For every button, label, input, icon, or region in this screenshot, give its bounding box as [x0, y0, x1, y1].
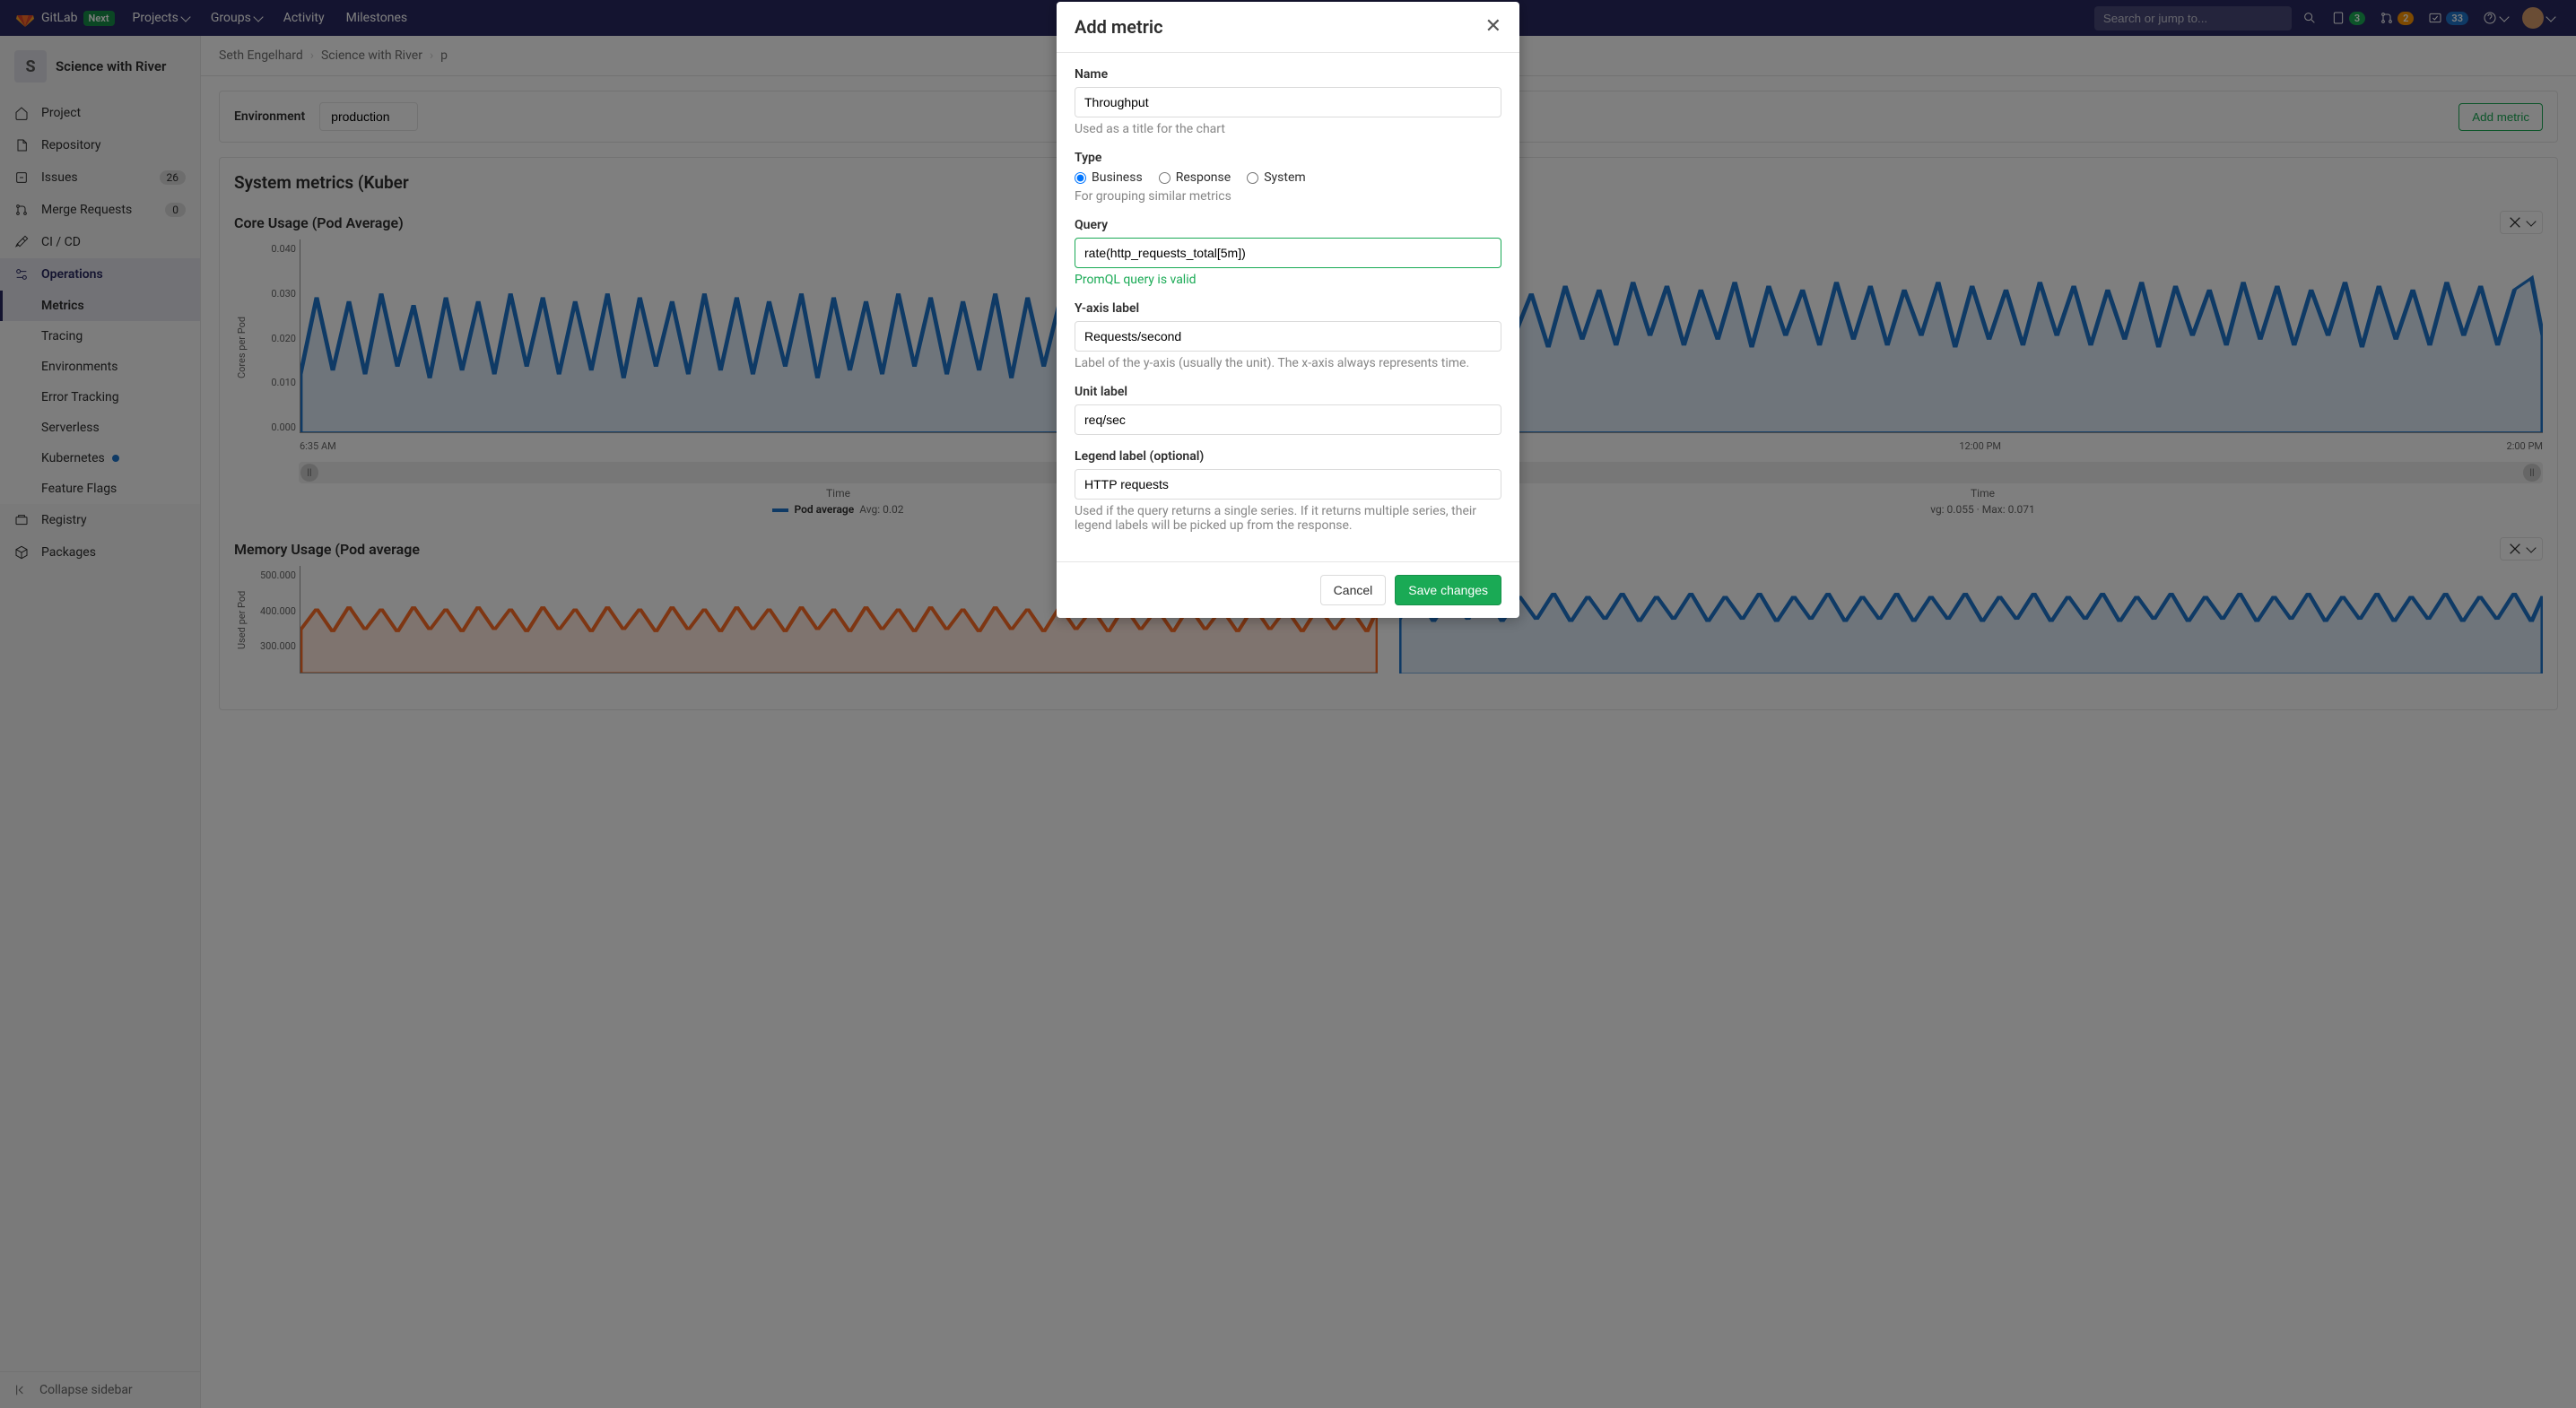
modal-footer: Cancel Save changes — [1057, 561, 1519, 618]
radio-label: System — [1264, 170, 1305, 185]
type-label: Type — [1075, 151, 1501, 165]
radio-label: Response — [1176, 170, 1231, 185]
type-radio-system[interactable]: System — [1247, 170, 1305, 185]
query-input[interactable] — [1075, 238, 1501, 268]
type-help: For grouping similar metrics — [1075, 189, 1501, 204]
name-label: Name — [1075, 67, 1501, 82]
legend-input[interactable] — [1075, 469, 1501, 500]
cancel-button[interactable]: Cancel — [1320, 575, 1387, 605]
close-icon[interactable]: ✕ — [1485, 17, 1501, 37]
radio-input[interactable] — [1247, 172, 1258, 184]
modal-title: Add metric — [1075, 16, 1163, 38]
type-radio-group: Business Response System — [1075, 170, 1501, 185]
ylabel-help: Label of the y-axis (usually the unit). … — [1075, 356, 1501, 370]
add-metric-modal: Add metric ✕ Name Used as a title for th… — [1057, 2, 1519, 618]
ylabel-label: Y-axis label — [1075, 301, 1501, 316]
name-input[interactable] — [1075, 87, 1501, 117]
radio-input[interactable] — [1159, 172, 1171, 184]
legend-label: Legend label (optional) — [1075, 449, 1501, 464]
type-radio-response[interactable]: Response — [1159, 170, 1231, 185]
modal-backdrop[interactable]: Add metric ✕ Name Used as a title for th… — [0, 0, 2576, 1408]
save-button[interactable]: Save changes — [1395, 575, 1501, 605]
name-help: Used as a title for the chart — [1075, 122, 1501, 136]
type-radio-business[interactable]: Business — [1075, 170, 1143, 185]
query-label: Query — [1075, 218, 1501, 232]
unit-label: Unit label — [1075, 385, 1501, 399]
modal-header: Add metric ✕ — [1057, 2, 1519, 53]
modal-body: Name Used as a title for the chart Type … — [1057, 53, 1519, 561]
ylabel-input[interactable] — [1075, 321, 1501, 352]
query-help: PromQL query is valid — [1075, 273, 1501, 287]
radio-input[interactable] — [1075, 172, 1086, 184]
unit-input[interactable] — [1075, 404, 1501, 435]
legend-help: Used if the query returns a single serie… — [1075, 504, 1501, 533]
radio-label: Business — [1092, 170, 1143, 185]
